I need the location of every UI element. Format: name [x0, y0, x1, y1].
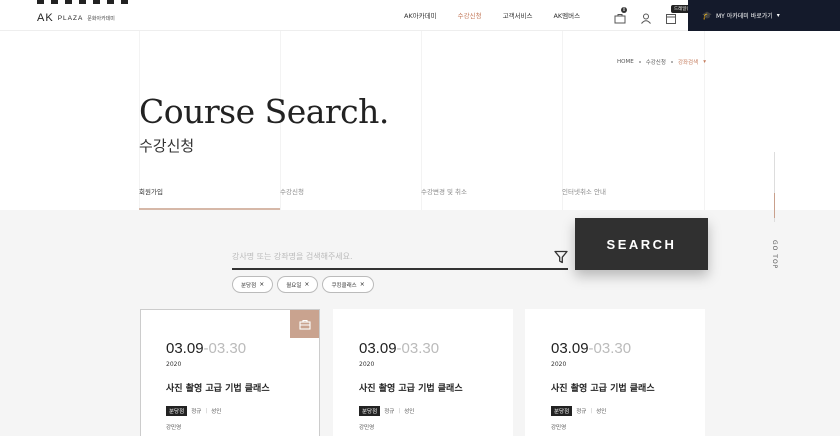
course-start-date: 03.09 — [166, 340, 204, 357]
graduation-cap-icon: 🎓 — [702, 11, 712, 20]
tab-change-cancel[interactable]: 수강변경 및 취소 — [421, 186, 562, 210]
branch-badge: 분당점 — [551, 406, 573, 416]
breadcrumb-caret-icon[interactable]: ▾ — [703, 59, 706, 65]
page-subtitle: 수강신청 — [139, 137, 195, 155]
course-teacher: 강민영 — [359, 425, 375, 431]
background-grid — [0, 31, 840, 211]
course-year: 2020 — [166, 361, 182, 368]
filter-chip-branch[interactable]: 분당점 × — [232, 276, 274, 293]
logo-sub: 문화아카데미 — [87, 15, 115, 22]
user-icon[interactable] — [640, 9, 652, 24]
course-year: 2020 — [551, 361, 567, 368]
breadcrumb-separator — [638, 61, 641, 63]
logo-stripes — [37, 0, 132, 4]
my-academy-label: MY 아카데미 바로가기 — [715, 13, 773, 20]
filter-chips: 분당점 × 월요일 × 쿠킹클래스 × — [232, 276, 374, 293]
course-target: 성인 — [404, 409, 415, 415]
breadcrumb-home[interactable]: HOME — [617, 59, 634, 65]
side-progress-indicator — [774, 193, 775, 218]
logo-ak: AK — [37, 12, 54, 24]
course-start-date: 03.09 — [359, 340, 397, 357]
breadcrumb-current[interactable]: 강좌검색 — [678, 58, 698, 66]
search-input[interactable] — [232, 247, 542, 265]
filter-chip-label: 쿠킹클래스 — [331, 282, 357, 289]
course-teacher: 강민영 — [551, 425, 567, 431]
shopping-bag-icon[interactable] — [290, 310, 319, 338]
course-target: 성인 — [596, 409, 607, 415]
filter-chip-day[interactable]: 월요일 × — [277, 276, 319, 293]
logo[interactable]: AK PLAZA 문화아카데미 — [37, 11, 115, 25]
tab-online-cancel-guide[interactable]: 인터넷취소 안내 — [562, 186, 703, 210]
course-card[interactable]: 03.09-03.30 2020 사진 촬영 고급 기법 클래스 분당점 정규 … — [525, 309, 705, 436]
nav-item-registration[interactable]: 수강신청 — [458, 10, 482, 20]
course-start-date: 03.09 — [551, 340, 589, 357]
meta-divider: | — [205, 408, 208, 414]
breadcrumb-separator — [670, 61, 673, 63]
course-end-date: 03.30 — [593, 340, 632, 357]
filter-chip-label: 분당점 — [241, 282, 257, 289]
nav-item-customer-service[interactable]: 고객서비스 — [503, 10, 533, 20]
my-academy-button[interactable]: 🎓 MY 아카데미 바로가기 ▾ — [688, 0, 840, 31]
remove-chip-icon[interactable]: × — [304, 281, 309, 288]
search-bar — [232, 245, 568, 270]
page-title: Course Search. — [139, 92, 389, 131]
breadcrumb-level1[interactable]: 수강신청 — [646, 58, 666, 66]
course-dates: 03.09-03.30 — [359, 340, 440, 357]
remove-chip-icon[interactable]: × — [360, 281, 365, 288]
step-tabs: 회원가입 수강신청 수강변경 및 취소 인터넷취소 안내 — [139, 186, 705, 210]
header: AK PLAZA 문화아카데미 AK아카데미 수강신청 고객서비스 AK멤버스 … — [0, 0, 840, 31]
nav-item-academy[interactable]: AK아카데미 — [404, 10, 437, 20]
course-card[interactable]: 03.09-03.30 2020 사진 촬영 고급 기법 클래스 분당점 정규 … — [333, 309, 513, 436]
course-type: 정규 — [191, 409, 202, 415]
course-card[interactable]: 03.09-03.30 2020 사진 촬영 고급 기법 클래스 분당점 정규 … — [140, 309, 320, 436]
course-dates: 03.09-03.30 — [166, 340, 247, 357]
page: AK PLAZA 문화아카데미 AK아카데미 수강신청 고객서비스 AK멤버스 … — [0, 0, 840, 436]
course-type: 정규 — [576, 409, 587, 415]
go-top-button[interactable]: GO TOP — [771, 240, 778, 269]
logo-plaza: PLAZA — [57, 14, 84, 22]
cart-count-badge: 0 — [621, 7, 627, 13]
tab-registration[interactable]: 수강신청 — [280, 186, 421, 210]
course-meta: 분당점 정규 | 성인 — [166, 406, 319, 416]
filter-chip-category[interactable]: 쿠킹클래스 × — [322, 276, 374, 293]
course-teacher: 강민영 — [166, 425, 182, 431]
course-dates: 03.09-03.30 — [551, 340, 632, 357]
course-type: 정규 — [384, 409, 395, 415]
course-meta: 분당점 정규 | 성인 — [551, 406, 705, 416]
meta-divider: | — [590, 408, 593, 414]
nav-item-members[interactable]: AK멤버스 — [553, 10, 580, 20]
caret-down-icon: ▾ — [776, 12, 780, 19]
course-name[interactable]: 사진 촬영 고급 기법 클래스 — [551, 381, 705, 394]
branch-badge: 분당점 — [166, 406, 188, 416]
main-nav: AK아카데미 수강신청 고객서비스 AK멤버스 — [404, 10, 601, 20]
course-year: 2020 — [359, 361, 375, 368]
meta-divider: | — [398, 408, 401, 414]
breadcrumb: HOME 수강신청 강좌검색 ▾ — [617, 58, 706, 66]
course-name[interactable]: 사진 촬영 고급 기법 클래스 — [359, 381, 513, 394]
course-end-date: 03.30 — [401, 340, 440, 357]
course-meta: 분당점 정규 | 성인 — [359, 406, 513, 416]
branch-badge: 분당점 — [359, 406, 381, 416]
course-name[interactable]: 사진 촬영 고급 기법 클래스 — [166, 381, 319, 394]
remove-chip-icon[interactable]: × — [259, 281, 264, 288]
course-target: 성인 — [211, 409, 222, 415]
filter-chip-label: 월요일 — [286, 282, 302, 289]
search-button[interactable]: SEARCH — [575, 218, 708, 270]
filter-icon[interactable] — [554, 249, 568, 264]
tab-signup[interactable]: 회원가입 — [139, 186, 280, 210]
course-end-date: 03.30 — [208, 340, 247, 357]
